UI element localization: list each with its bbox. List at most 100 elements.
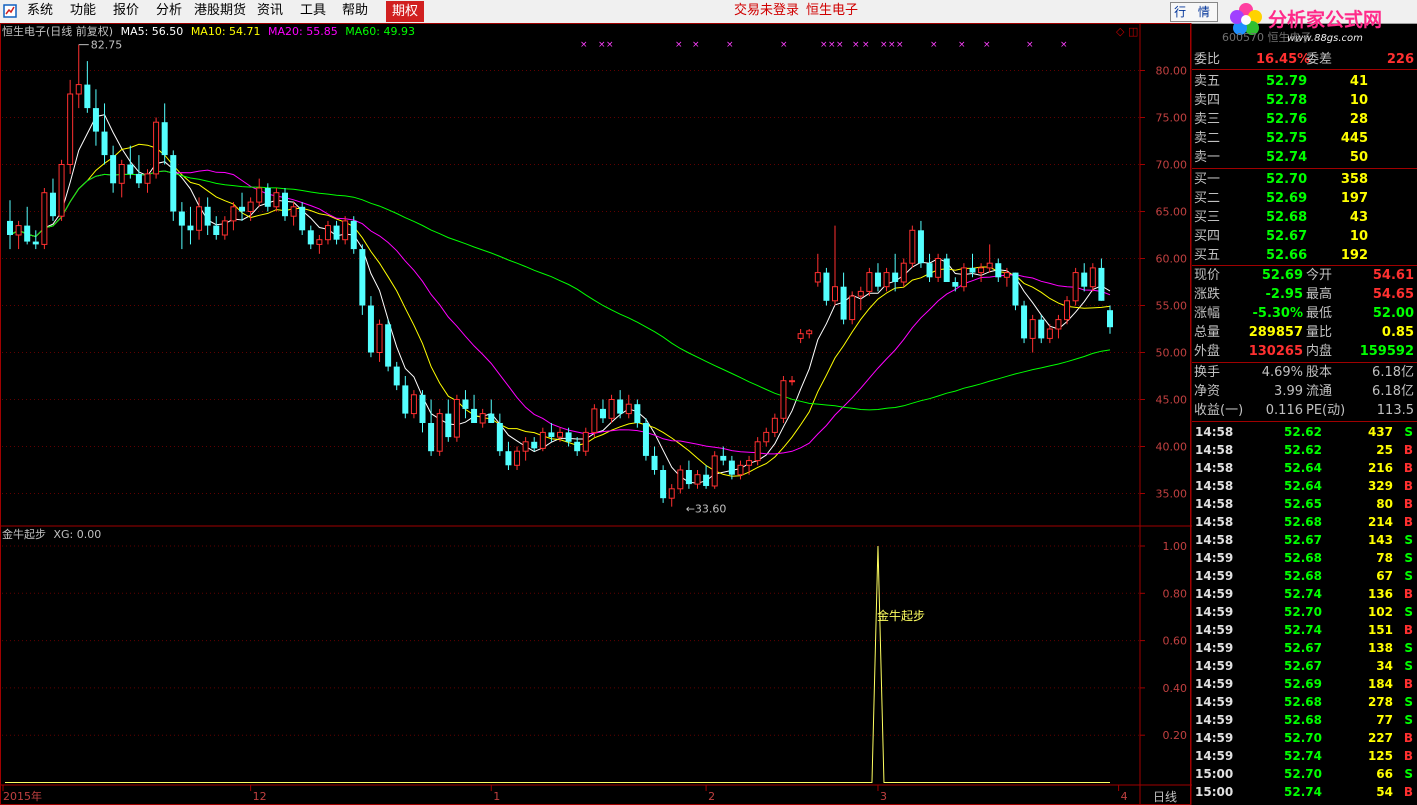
stat-label: 量比 — [1306, 325, 1333, 340]
tick-row: 14:59 52.67 138 S — [1192, 639, 1417, 657]
menu-analysis[interactable]: 分析 — [156, 3, 182, 19]
quote-panel: 委比 16.45% 委差 226 卖五 52.79 41 卖四 52.78 10 卖三 52.… — [1192, 44, 1417, 805]
candle-body — [660, 470, 667, 499]
candle-body — [428, 423, 435, 452]
tick-price: 52.68 — [1284, 695, 1322, 709]
bid-label: 买三 — [1194, 210, 1221, 225]
candle-body — [531, 441, 538, 449]
menu-help[interactable]: 帮助 — [342, 3, 368, 19]
tick-row: 14:59 52.74 136 B — [1192, 585, 1417, 603]
menu-system[interactable]: 系统 — [27, 3, 53, 19]
signal-mark: × — [880, 40, 888, 50]
period-label: 日线 — [1153, 790, 1177, 804]
candle-body — [599, 408, 606, 419]
candle-body — [230, 206, 237, 222]
chart-corner-icons[interactable]: ◇ ◫ — [1116, 25, 1138, 38]
ask-label: 卖四 — [1194, 93, 1221, 108]
y-tick-label: 50.00 — [1156, 347, 1188, 360]
candle-body — [462, 399, 469, 409]
menu-function[interactable]: 功能 — [70, 3, 96, 19]
ask-price: 52.75 — [1266, 131, 1308, 146]
candle-body — [402, 385, 409, 414]
overlay-stock-code: 600570 恒生电子 — [1222, 31, 1312, 44]
tick-price: 52.67 — [1284, 659, 1322, 673]
menu-tools[interactable]: 工具 — [300, 3, 326, 19]
high-price-label: 82.75 — [91, 39, 123, 52]
tick-volume: 214 — [1367, 515, 1393, 529]
ask-volume: 41 — [1349, 74, 1368, 89]
tick-row: 15:00 52.74 54 B — [1192, 783, 1417, 801]
candle-body — [969, 267, 976, 273]
fund-row: 收益(一) 0.116 PE(动) 113.5 — [1192, 401, 1417, 420]
stat-label: 最高 — [1306, 287, 1333, 302]
menu-hk-futures[interactable]: 港股期货 — [194, 3, 246, 19]
bid-volume: 197 — [1340, 191, 1368, 206]
signal-mark: × — [888, 40, 896, 50]
candle-body — [771, 417, 778, 433]
tick-row: 14:58 52.64 329 B — [1192, 477, 1417, 495]
quote-button[interactable]: 行 情 — [1170, 2, 1218, 22]
signal-mark: × — [780, 40, 788, 50]
signal-mark: × — [580, 40, 588, 50]
fund-value: 3.99 — [1274, 384, 1303, 399]
candle-body — [1089, 267, 1096, 288]
tick-volume: 143 — [1367, 533, 1393, 547]
tick-volume: 136 — [1367, 587, 1393, 601]
ask-volume: 10 — [1349, 93, 1368, 108]
signal-mark: × — [983, 40, 991, 50]
stat-row: 外盘 130265 内盘 159592 — [1192, 342, 1417, 361]
candle-body — [135, 173, 142, 184]
tick-time: 14:59 — [1195, 587, 1234, 601]
candle-body — [1012, 272, 1019, 306]
tick-volume: 80 — [1376, 497, 1393, 511]
candle-body — [746, 460, 753, 466]
tick-time: 14:59 — [1195, 713, 1234, 727]
tick-price: 52.74 — [1284, 623, 1322, 637]
divider — [1192, 168, 1417, 169]
candle-body — [385, 324, 392, 367]
candle-body — [307, 230, 314, 245]
candle-body — [41, 192, 48, 245]
tick-row: 14:59 52.70 102 S — [1192, 603, 1417, 621]
indicator-xg: XG: 0.00 — [53, 528, 102, 541]
bid-row: 买三 52.68 43 — [1192, 208, 1417, 227]
menu-quote[interactable]: 报价 — [113, 3, 139, 19]
candle-body — [393, 366, 400, 386]
trade-login-status[interactable]: 交易未登录 — [734, 3, 799, 19]
fund-label: 换手 — [1194, 365, 1221, 380]
ask-row: 卖四 52.78 10 — [1192, 91, 1417, 110]
tick-row: 14:58 52.62 437 S — [1192, 423, 1417, 441]
candle-body — [264, 188, 271, 207]
bid-label: 买一 — [1194, 172, 1221, 187]
candle-body — [101, 131, 108, 156]
tick-price: 52.67 — [1284, 533, 1322, 547]
candle-body — [290, 206, 297, 217]
candle-body — [436, 413, 443, 452]
price-chart[interactable]: × × × × × × × × × × × × × × × × × × × × 金牛起步 80.0075.0070.0… — [0, 23, 1192, 805]
candle-body — [153, 121, 160, 175]
bid-price: 52.67 — [1266, 229, 1308, 244]
bid-label: 买四 — [1194, 229, 1221, 244]
candle-body — [823, 272, 830, 301]
candle-body — [505, 451, 512, 466]
menu-news[interactable]: 资讯 — [257, 3, 283, 19]
tick-time: 14:59 — [1195, 695, 1234, 709]
tick-side: B — [1403, 443, 1413, 457]
candle-body — [324, 225, 331, 241]
candle-body — [187, 225, 194, 231]
menu-options[interactable]: 期权 — [386, 1, 425, 22]
tick-time: 14:58 — [1195, 443, 1234, 457]
tick-row: 14:58 52.68 214 B — [1192, 513, 1417, 531]
tick-volume: 278 — [1367, 695, 1393, 709]
candle-body — [548, 432, 555, 438]
candle-body — [376, 323, 383, 353]
indicator-tick-label: 0.20 — [1163, 729, 1188, 742]
tick-volume: 77 — [1376, 713, 1393, 727]
bid-price: 52.70 — [1266, 172, 1308, 187]
x-tick-label: 4 — [1121, 790, 1128, 803]
x-tick-label: 2 — [708, 790, 715, 803]
tick-price: 52.67 — [1284, 641, 1322, 655]
ma60-label: MA60: 49.93 — [345, 25, 415, 38]
stat-value: 0.85 — [1381, 325, 1414, 340]
ask-row: 卖三 52.76 28 — [1192, 110, 1417, 129]
